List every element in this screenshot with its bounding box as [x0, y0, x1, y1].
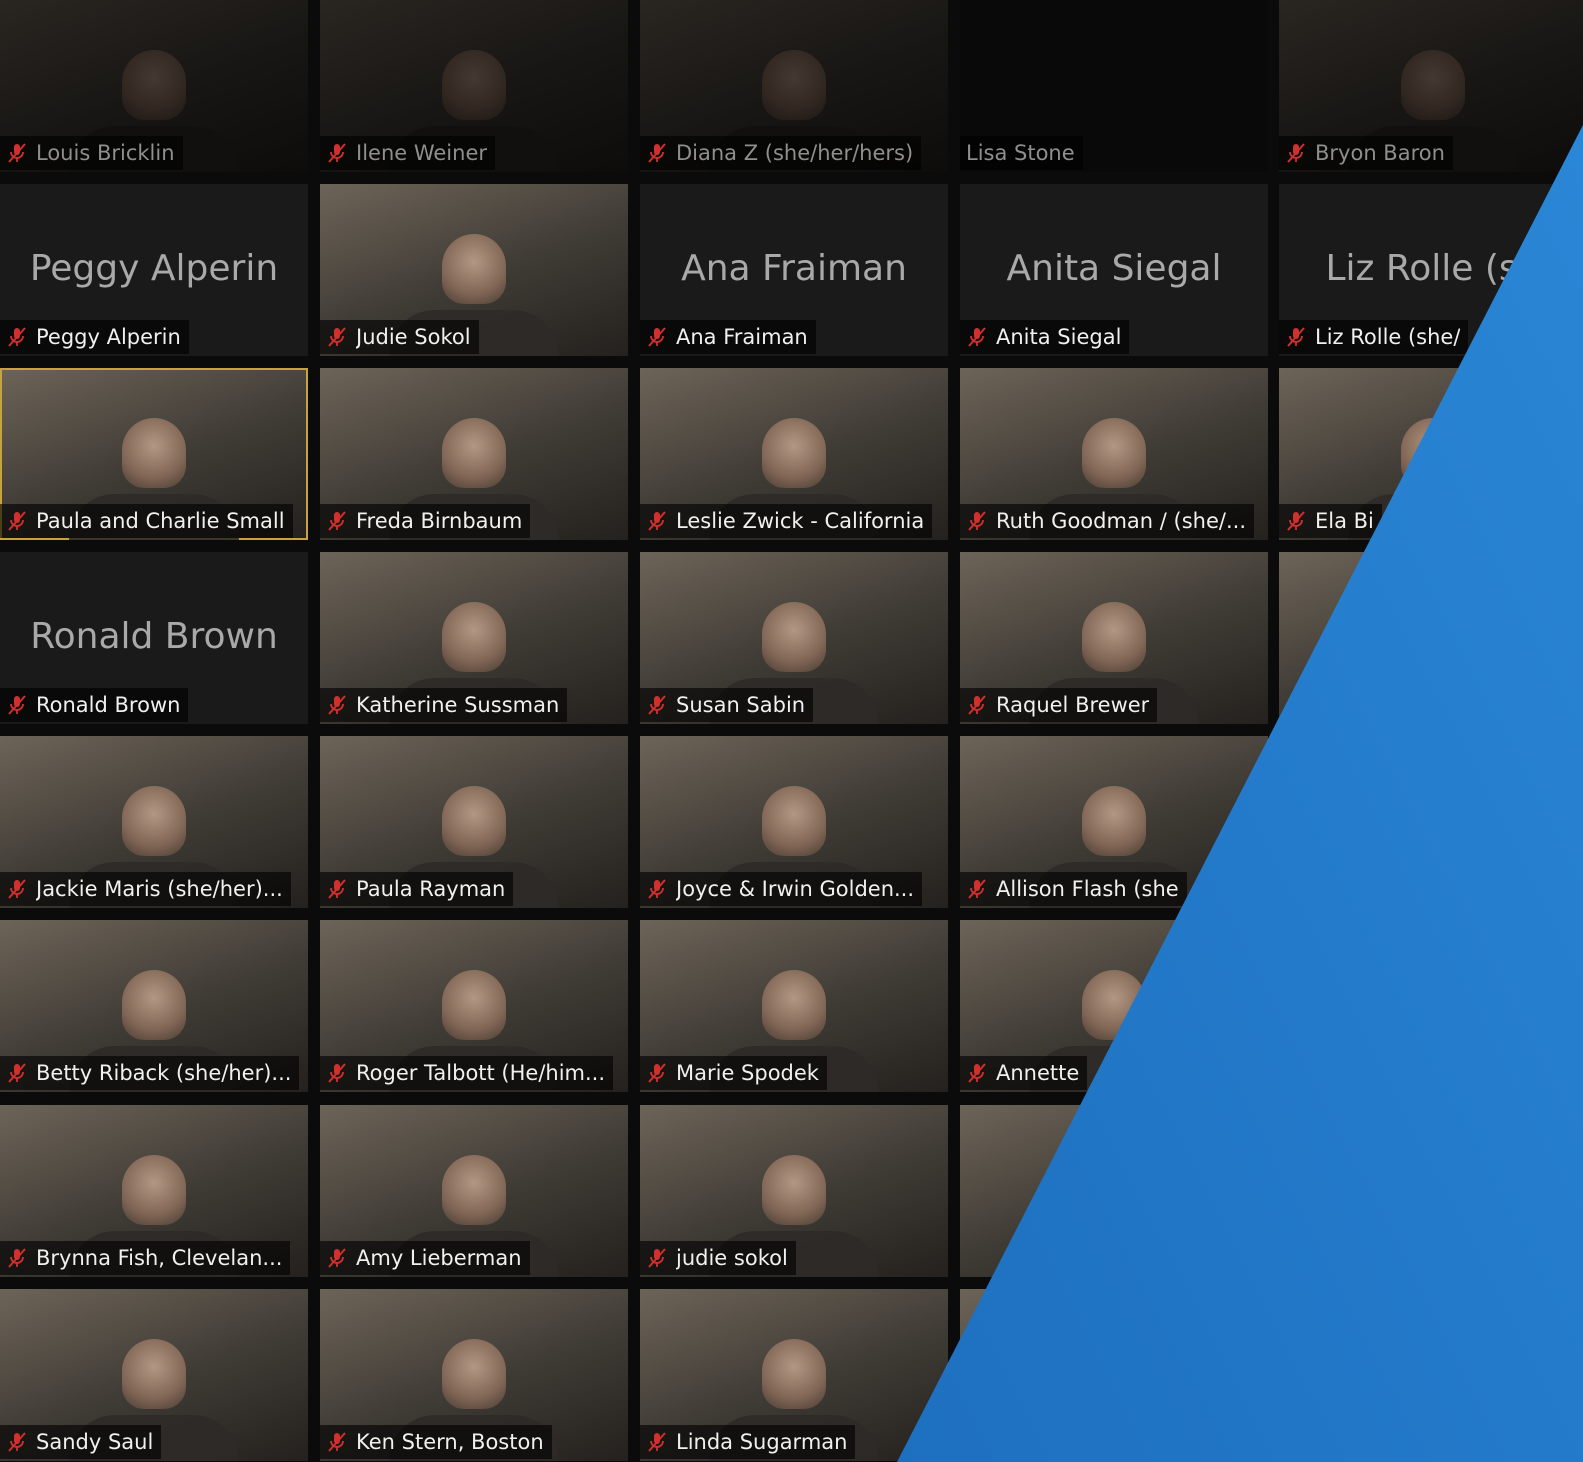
participant-name: Diana Z (she/her/hers): [676, 141, 914, 165]
participant-nameplate: Ilene Weiner: [320, 136, 496, 170]
participant-nameplate: Louis Bricklin: [0, 136, 183, 170]
blue-diagonal-panel: [897, 125, 1583, 1462]
decorative-blue-overlay: [897, 125, 1583, 1462]
participant-nameplate: Lisa Stone: [960, 136, 1083, 170]
participant-nameplate: Diana Z (she/her/hers): [640, 136, 922, 170]
muted-mic-icon: [1287, 143, 1305, 163]
participant-name: Bryon Baron: [1315, 141, 1445, 165]
muted-mic-icon: [648, 143, 666, 163]
muted-mic-icon: [8, 143, 26, 163]
participant-name: Lisa Stone: [966, 141, 1075, 165]
participant-nameplate: Bryon Baron: [1279, 136, 1453, 170]
participant-name: Ilene Weiner: [356, 141, 488, 165]
participant-name: Louis Bricklin: [36, 141, 175, 165]
muted-mic-icon: [328, 143, 346, 163]
